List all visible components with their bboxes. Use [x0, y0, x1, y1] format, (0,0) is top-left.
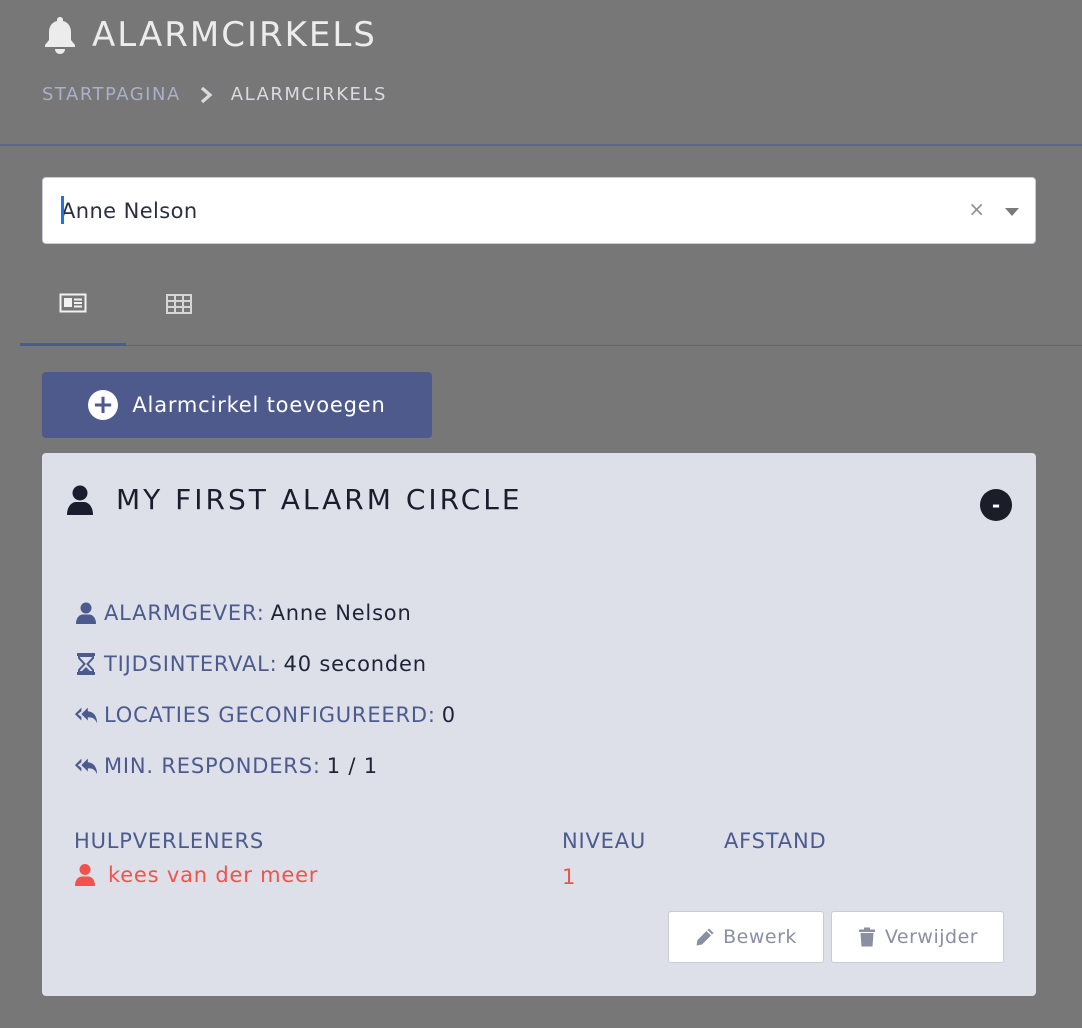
- alarm-giver-value: Anne Nelson: [270, 601, 412, 625]
- collapse-button[interactable]: -: [980, 489, 1012, 521]
- alarm-giver-label: ALARMGEVER:: [104, 601, 265, 625]
- column-header-level: NIVEAU: [562, 829, 647, 853]
- edit-button[interactable]: Bewerk: [668, 911, 824, 963]
- pencil-icon: [696, 928, 714, 946]
- locations-value: 0: [441, 703, 456, 727]
- user-icon: [67, 485, 93, 515]
- add-alarm-circle-button[interactable]: + Alarmcirkel toevoegen: [42, 372, 432, 438]
- min-responders-label: MIN. RESPONDERS:: [104, 754, 321, 778]
- min-responders-value: 1 / 1: [326, 754, 378, 778]
- responder-level: 1: [562, 865, 576, 889]
- trash-icon: [858, 927, 875, 947]
- reply-all-icon: [74, 707, 98, 724]
- tab-table-view[interactable]: [126, 262, 232, 346]
- alarm-circle-header: MY FIRST ALARM CIRCLE: [66, 483, 523, 516]
- delete-button-label: Verwijder: [884, 926, 979, 948]
- chevron-down-icon[interactable]: [1005, 208, 1019, 216]
- breadcrumb-current: ALARMCIRKELS: [230, 84, 387, 105]
- tab-card-view[interactable]: [20, 262, 126, 346]
- interval-row: TIJDSINTERVAL: 40 seconden: [74, 652, 427, 676]
- view-tabs: [20, 262, 1082, 346]
- alarm-circle-card: MY FIRST ALARM CIRCLE - ALARMGEVER: Anne…: [42, 453, 1036, 996]
- page-title-text: ALARMCIRKELS: [92, 15, 377, 55]
- breadcrumb-home-link[interactable]: STARTPAGINA: [42, 84, 181, 105]
- alarm-circle-title: MY FIRST ALARM CIRCLE: [116, 483, 523, 516]
- edit-button-label: Bewerk: [723, 926, 797, 948]
- chevron-right-icon: [200, 86, 213, 103]
- clear-selection-icon[interactable]: ×: [968, 197, 985, 221]
- column-header-responders: HULPVERLENERS: [74, 829, 265, 853]
- bell-icon: [45, 17, 75, 54]
- user-icon: [76, 602, 96, 624]
- min-responders-row: MIN. RESPONDERS: 1 / 1: [74, 754, 378, 778]
- breadcrumb: STARTPAGINA ALARMCIRKELS: [42, 84, 387, 105]
- add-alarm-circle-label: Alarmcirkel toevoegen: [132, 393, 386, 417]
- reply-all-icon: [74, 758, 98, 775]
- person-select[interactable]: Anne Nelson ×: [42, 177, 1036, 244]
- text-cursor: [61, 196, 64, 224]
- plus-circle-icon: +: [88, 390, 119, 420]
- person-select-value[interactable]: Anne Nelson: [61, 199, 198, 223]
- responder-row[interactable]: kees van der meer: [74, 863, 318, 887]
- hourglass-icon: [77, 653, 95, 675]
- locations-label: LOCATIES GECONFIGUREERD:: [104, 703, 436, 727]
- delete-button[interactable]: Verwijder: [831, 911, 1004, 963]
- id-card-icon: [59, 293, 87, 312]
- interval-label: TIJDSINTERVAL:: [104, 652, 278, 676]
- locations-row: LOCATIES GECONFIGUREERD: 0: [74, 703, 456, 727]
- alarm-giver-row: ALARMGEVER: Anne Nelson: [74, 601, 412, 625]
- interval-value: 40 seconden: [283, 652, 427, 676]
- user-icon: [75, 864, 95, 886]
- responder-name[interactable]: kees van der meer: [108, 863, 318, 887]
- page-header: ALARMCIRKELS STARTPAGINA ALARMCIRKELS: [0, 0, 1082, 146]
- grid-table-icon: [166, 294, 192, 314]
- page-title: ALARMCIRKELS: [42, 12, 377, 58]
- column-header-distance: AFSTAND: [724, 829, 827, 853]
